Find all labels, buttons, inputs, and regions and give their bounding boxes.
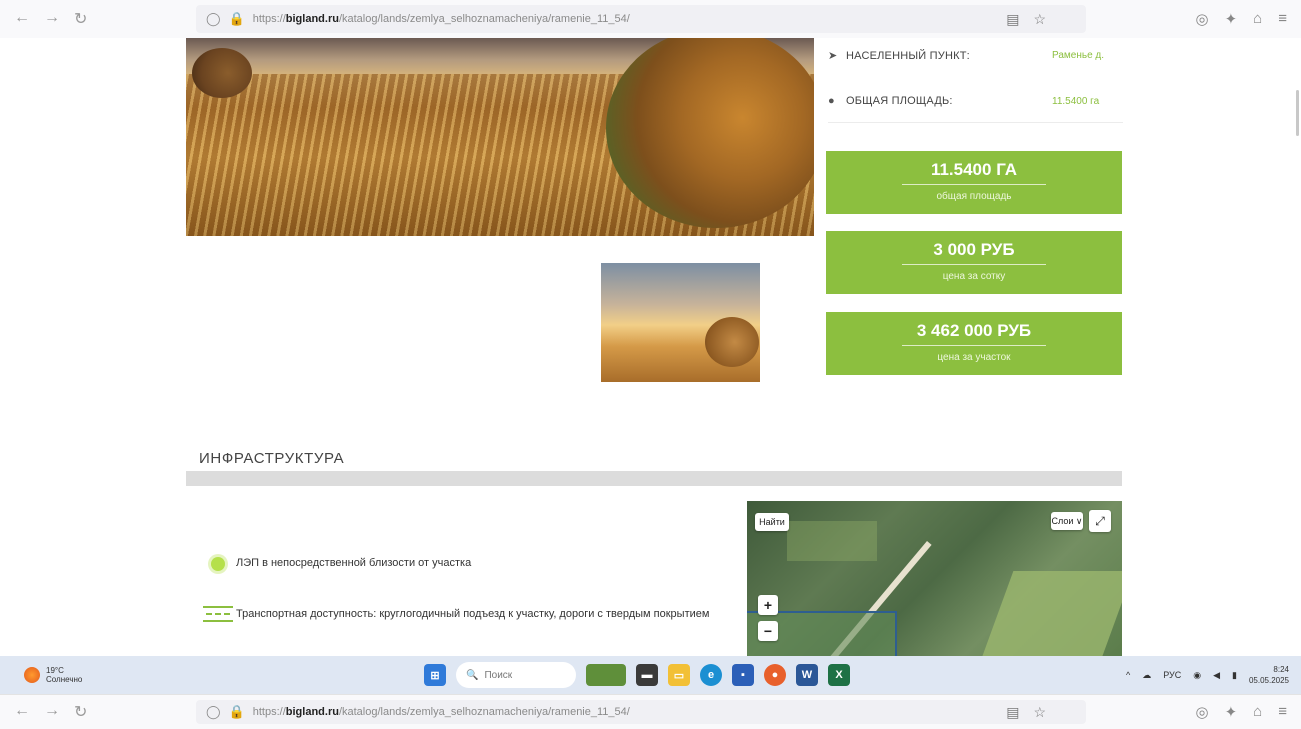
language-indicator[interactable]: РУС <box>1163 670 1181 680</box>
url-text: https://bigland.ru/katalog/lands/zemlya_… <box>252 13 630 25</box>
lock-icon: 🔒 <box>228 704 245 719</box>
account-icon[interactable]: ⌂ <box>1253 703 1262 721</box>
file-explorer-icon[interactable]: ▭ <box>668 664 690 686</box>
sun-icon <box>24 667 40 683</box>
extensions-icon[interactable]: ✦ <box>1225 10 1238 28</box>
cloud-icon[interactable]: ☁ <box>1142 670 1151 681</box>
shield-icon: ◯ <box>206 11 221 26</box>
task-view-icon[interactable]: ▬ <box>636 664 658 686</box>
lightbulb-icon <box>200 556 236 571</box>
shield-icon: ◯ <box>206 704 221 719</box>
gallery-thumbnail[interactable] <box>601 263 760 382</box>
infrastructure-title: ИНФРАСТРУКТУРА <box>199 450 345 467</box>
forward-icon[interactable]: → <box>44 9 60 29</box>
reload-icon[interactable]: ↻ <box>74 702 87 722</box>
address-bar[interactable]: ◯ 🔒 https://bigland.ru/katalog/lands/zem… <box>196 700 1086 724</box>
browser-toolbar-secondary: ← → ↻ ◯ 🔒 https://bigland.ru/katalog/lan… <box>0 694 1301 729</box>
chevron-up-icon[interactable]: ^ <box>1126 670 1130 680</box>
address-bar[interactable]: ◯ 🔒 https://bigland.ru/katalog/lands/zem… <box>196 5 1086 33</box>
divider <box>828 122 1123 123</box>
weather-widget[interactable]: 19°C Солнечно <box>24 666 82 684</box>
location-arrow-icon: ➤ <box>828 50 838 62</box>
clock-time: 8:24 <box>1273 665 1289 674</box>
locality-row: ➤ НАСЕЛЕННЫЙ ПУНКТ: Раменье д. <box>828 49 1104 63</box>
windows-start-icon[interactable]: ⊞ <box>424 664 446 686</box>
search-icon: 🔍 <box>466 669 479 681</box>
infrastructure-item: ЛЭП в непосредственной близости от участ… <box>200 556 716 571</box>
weather-temp: 19°C <box>46 666 64 675</box>
widgets-icon[interactable] <box>586 664 626 686</box>
firefox-icon[interactable]: ● <box>764 664 786 686</box>
section-divider-bar <box>186 471 1122 486</box>
battery-icon[interactable]: ▮ <box>1232 670 1237 681</box>
forward-icon[interactable]: → <box>44 702 60 722</box>
url-text: https://bigland.ru/katalog/lands/zemlya_… <box>252 706 630 718</box>
price-per-sotka-caption: цена за сотку <box>942 271 1006 282</box>
excel-icon[interactable]: X <box>828 664 850 686</box>
scrollbar-thumb[interactable] <box>1296 90 1299 136</box>
page-content: ➤ НАСЕЛЕННЫЙ ПУНКТ: Раменье д. ● ОБЩАЯ П… <box>0 38 1301 656</box>
account-icon[interactable]: ⌂ <box>1253 10 1262 28</box>
wifi-icon[interactable]: ◉ <box>1193 670 1201 681</box>
edge-browser-icon[interactable]: e <box>700 664 722 686</box>
map-find-button[interactable]: Найти <box>755 513 789 531</box>
map-layers-button[interactable]: Слои ∨ <box>1051 512 1083 530</box>
infrastructure-item-text: ЛЭП в непосредственной близости от участ… <box>236 557 472 569</box>
infrastructure-item-text: Транспортная доступность: круглогодичный… <box>236 607 710 620</box>
nav-buttons: ← → ↻ <box>14 702 194 722</box>
total-area-box: 11.5400 ГА общая площадь <box>826 151 1122 214</box>
total-price-value: 3 462 000 РУБ <box>916 321 1032 340</box>
clock[interactable]: 8:24 05.05.2025 <box>1249 664 1289 686</box>
area-row: ● ОБЩАЯ ПЛОЩАДЬ: 11.5400 га <box>828 95 1099 107</box>
area-label: ОБЩАЯ ПЛОЩАДЬ: <box>846 95 953 107</box>
search-placeholder: Поиск <box>484 669 513 681</box>
reader-view-icon[interactable]: ▤ <box>1006 11 1019 28</box>
lock-icon: 🔒 <box>228 11 245 26</box>
weather-text: Солнечно <box>46 675 83 684</box>
menu-icon[interactable]: ≡ <box>1278 703 1287 721</box>
map-zoom-in-button[interactable]: + <box>758 595 778 615</box>
back-icon[interactable]: ← <box>14 702 30 722</box>
extensions-icon[interactable]: ✦ <box>1225 703 1238 721</box>
scrollbar[interactable] <box>1293 38 1301 656</box>
satellite-map[interactable]: Найти Слои ∨ ⤢ + − <box>747 501 1122 656</box>
hay-bale-small <box>192 48 252 98</box>
price-per-sotka-box: 3 000 РУБ цена за сотку <box>826 231 1122 294</box>
word-icon[interactable]: W <box>796 664 818 686</box>
pocket-icon[interactable]: ◎ <box>1196 703 1209 721</box>
total-area-caption: общая площадь <box>936 191 1012 202</box>
road-icon <box>200 606 236 622</box>
bookmark-star-icon[interactable]: ☆ <box>1033 11 1046 28</box>
browser-toolbar: ← → ↻ ◯ 🔒 https://bigland.ru/katalog/lan… <box>0 0 1301 38</box>
globe-icon: ● <box>828 95 835 107</box>
volume-icon[interactable]: ◀ <box>1213 670 1220 681</box>
reload-icon[interactable]: ↻ <box>74 9 87 29</box>
infrastructure-item: Транспортная доступность: круглогодичный… <box>200 606 716 622</box>
clock-date: 05.05.2025 <box>1248 676 1289 685</box>
store-icon[interactable]: ▪ <box>732 664 754 686</box>
taskbar: 19°C Солнечно ⊞ 🔍 Поиск ▬ ▭ e ▪ ● W X ^ … <box>0 656 1301 694</box>
menu-icon[interactable]: ≡ <box>1278 10 1287 28</box>
locality-value[interactable]: Раменье д. <box>1052 50 1104 61</box>
back-icon[interactable]: ← <box>14 9 30 29</box>
bookmark-star-icon[interactable]: ☆ <box>1033 704 1046 721</box>
area-value: 11.5400 га <box>1052 95 1100 107</box>
price-per-sotka-value: 3 000 РУБ <box>933 240 1015 259</box>
total-price-caption: цена за участок <box>937 352 1011 363</box>
locality-label: НАСЕЛЕННЫЙ ПУНКТ: <box>846 49 970 62</box>
taskbar-search[interactable]: 🔍 Поиск <box>456 662 576 688</box>
fullscreen-icon[interactable]: ⤢ <box>1089 510 1111 532</box>
hero-image <box>186 38 814 236</box>
reader-view-icon[interactable]: ▤ <box>1006 704 1019 721</box>
nav-buttons: ← → ↻ <box>14 9 194 29</box>
map-zoom-out-button[interactable]: − <box>758 621 778 641</box>
pocket-icon[interactable]: ◎ <box>1196 10 1209 28</box>
total-price-box: 3 462 000 РУБ цена за участок <box>826 312 1122 375</box>
total-area-value: 11.5400 ГА <box>930 160 1018 179</box>
